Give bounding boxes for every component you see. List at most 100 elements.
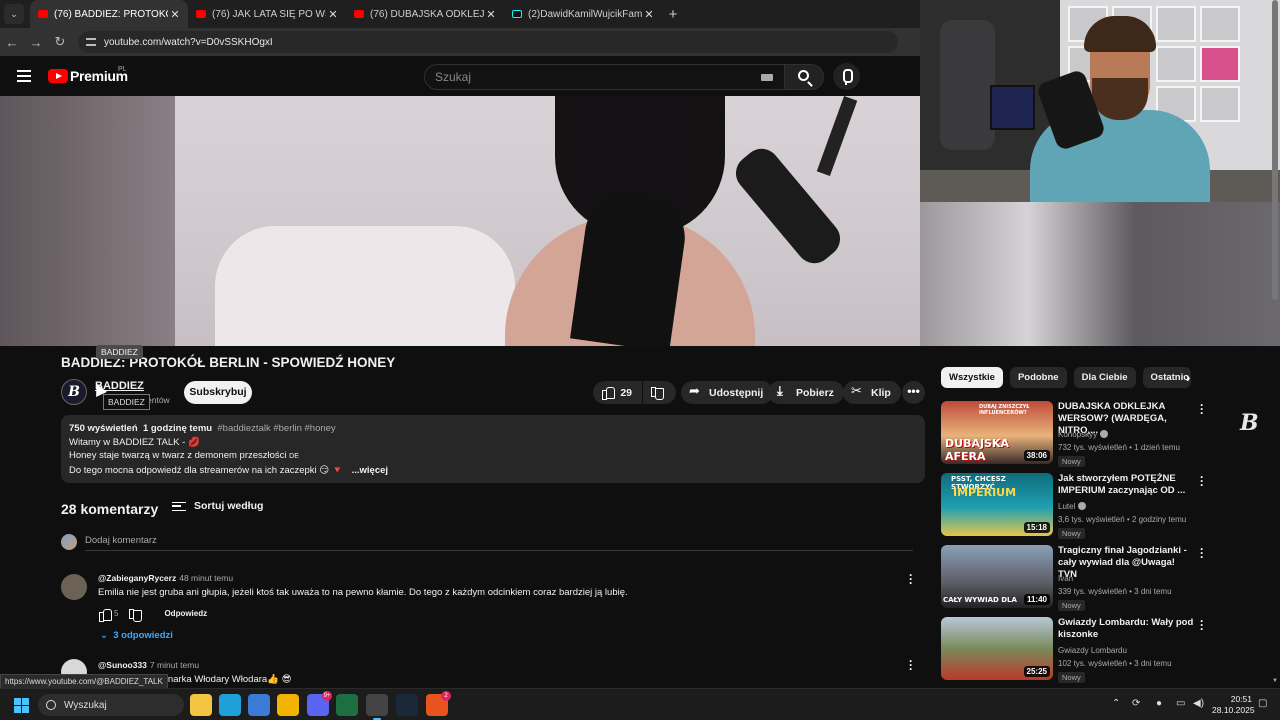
video-thumbnail[interactable]: 25:25 — [941, 617, 1053, 680]
chrome-icon[interactable] — [277, 694, 299, 716]
related-video[interactable]: CAŁY WYWIAD DLA 11:40 Tragiczny finał Ja… — [941, 543, 1211, 611]
channel-avatar[interactable]: B — [61, 379, 87, 405]
reply-button[interactable]: Odpowiedz — [164, 609, 207, 618]
sync-icon[interactable]: ⟳ — [1132, 698, 1140, 709]
chevron-right-icon[interactable]: › — [1186, 370, 1190, 385]
thumbs-up-icon — [601, 386, 616, 400]
close-tab-icon[interactable]: ✕ — [168, 8, 182, 21]
video-menu-icon[interactable]: · · · — [1200, 615, 1204, 635]
comment-dislike-icon[interactable] — [128, 608, 143, 622]
browser-tab[interactable]: (76) BADDIEZ: PROTOKÓŁ BERLI ✕ — [30, 0, 188, 28]
voice-search-icon[interactable] — [833, 63, 860, 90]
comment-author[interactable]: @Sunoo333 — [98, 660, 147, 670]
duration-badge: 25:25 — [1023, 666, 1050, 677]
menu-icon[interactable] — [17, 70, 31, 82]
volume-icon[interactable]: ◀) — [1193, 698, 1204, 709]
address-bar[interactable]: youtube.com/watch?v=D0vSSKHOgxI — [78, 31, 898, 53]
view-replies-button[interactable]: ⌄ 3 odpowiedzi — [100, 630, 173, 641]
comment-avatar[interactable] — [61, 574, 87, 600]
video-thumbnail[interactable]: DUBAJ ZNISZCZYŁ INFLUENCERÓW? DUBAJSKA A… — [941, 401, 1053, 464]
chip-for-you[interactable]: Dla Ciebie — [1073, 367, 1136, 388]
related-video-title[interactable]: Jak stworzyłem POTĘŻNE IMPERIUM zaczynaj… — [1058, 473, 1196, 497]
related-video-title[interactable]: Gwiazdy Lombardu: Wały pod kiszonke — [1058, 617, 1196, 641]
add-comment-input[interactable]: Dodaj komentarz — [85, 535, 157, 546]
forward-arrow-icon[interactable]: → — [24, 35, 48, 50]
related-channel[interactable]: Konopskyy — [1058, 430, 1109, 439]
related-video-title[interactable]: Tragiczny finał Jagodzianki - cały wywia… — [1058, 545, 1196, 581]
obs-icon[interactable] — [366, 694, 388, 720]
comment-like-count: 5 — [114, 608, 119, 618]
download-button[interactable]: Pobierz — [768, 381, 844, 404]
reload-icon[interactable]: ↻ — [48, 34, 72, 50]
description-box[interactable]: 750 wyświetleń 1 godzinę temu #baddiezta… — [61, 415, 925, 483]
clip-button[interactable]: Klip — [843, 381, 901, 404]
related-video[interactable]: 25:25 Gwiazdy Lombardu: Wały pod kiszonk… — [941, 615, 1211, 683]
comment-actions: 5 Odpowiedz — [98, 608, 207, 622]
comment-author[interactable]: @ZabieganyRycerz — [98, 573, 176, 583]
file-explorer-icon[interactable] — [190, 694, 212, 716]
edge-icon[interactable] — [219, 694, 241, 716]
channel-watermark[interactable]: B — [1240, 410, 1266, 436]
youtube-logo-icon[interactable] — [48, 69, 68, 83]
close-tab-icon[interactable]: ✕ — [484, 8, 498, 21]
video-menu-icon[interactable]: · · · — [1200, 471, 1204, 491]
scrollbar-track[interactable] — [1270, 346, 1280, 686]
close-tab-icon[interactable]: ✕ — [326, 8, 340, 21]
chip-related[interactable]: Podobne — [1009, 367, 1067, 388]
chip-recent[interactable]: Ostatnio — [1142, 367, 1191, 388]
steam-icon[interactable] — [396, 694, 418, 716]
browser-tab[interactable]: (76) JAK LATA SIĘ PO WSZECHŚ ✕ — [188, 0, 346, 28]
youtube-icon — [196, 10, 206, 18]
related-video[interactable]: DUBAJ ZNISZCZYŁ INFLUENCERÓW? DUBAJSKA A… — [941, 399, 1211, 467]
like-count: 29 — [620, 386, 632, 399]
site-settings-icon[interactable] — [86, 38, 96, 46]
tab-search-icon[interactable]: ⌄ — [4, 4, 24, 24]
brave-icon[interactable]: 2 — [426, 691, 451, 716]
discord-icon[interactable]: 9+ — [307, 691, 332, 716]
new-tab-button[interactable]: + — [662, 6, 684, 23]
related-channel[interactable]: Gwiazdy Lombardu — [1058, 646, 1127, 655]
back-arrow-icon[interactable]: ← — [0, 35, 24, 50]
more-actions-button[interactable]: ••• — [902, 381, 925, 404]
related-channel[interactable]: Ivan — [1058, 574, 1073, 583]
keyboard-icon[interactable] — [761, 74, 773, 81]
windows-start-icon[interactable] — [14, 698, 29, 713]
excel-icon[interactable] — [336, 694, 358, 716]
chip-all[interactable]: Wszystkie — [941, 367, 1003, 388]
video-frame[interactable] — [175, 96, 920, 346]
share-button[interactable]: Udostępnij — [681, 381, 774, 404]
browser-tab[interactable]: (2)DawidKamilWujcikFameMma ✕ — [504, 0, 662, 28]
sort-comments-button[interactable]: Sortuj według — [172, 500, 263, 512]
scroll-down-icon[interactable]: ▼ — [1270, 678, 1280, 686]
show-more-link[interactable]: ...więcej — [352, 465, 388, 476]
browser-tab[interactable]: (76) DUBAJSKA ODKLEJKA WER ✕ — [346, 0, 504, 28]
video-thumbnail[interactable]: PSST, CHCESZ STWORZYĆ IMPERIUM 15:18 — [941, 473, 1053, 536]
video-thumbnail[interactable]: CAŁY WYWIAD DLA 11:40 — [941, 545, 1053, 608]
close-tab-icon[interactable]: ✕ — [642, 8, 656, 21]
comment-age[interactable]: 7 minut temu — [150, 660, 199, 670]
taskbar-search[interactable]: Wyszukaj — [38, 694, 184, 716]
search-button[interactable] — [784, 64, 824, 90]
network-icon[interactable]: ▭ — [1176, 698, 1185, 709]
video-menu-icon[interactable]: · · · — [1200, 399, 1204, 419]
comment-like-icon[interactable] — [98, 608, 112, 622]
system-clock[interactable]: 20:51 28.10.2025 — [1212, 694, 1255, 716]
search-input[interactable]: Szukaj — [424, 64, 786, 90]
verified-icon — [1100, 430, 1109, 438]
comment-menu-icon[interactable]: · · · — [906, 655, 916, 675]
related-video[interactable]: PSST, CHCESZ STWORZYĆ IMPERIUM 15:18 Jak… — [941, 471, 1211, 539]
subscribe-button[interactable]: Subskrybuj — [184, 381, 252, 404]
notifications-icon[interactable]: ▢ — [1258, 698, 1267, 709]
related-channel[interactable]: Lutel — [1058, 502, 1087, 511]
microphone-icon[interactable]: ● — [1156, 698, 1162, 709]
hashtags[interactable]: #baddieztalk #berlin #honey — [217, 423, 335, 434]
comment-age[interactable]: 48 minut temu — [179, 573, 233, 583]
like-button[interactable]: 29 — [593, 381, 642, 404]
store-icon[interactable] — [248, 694, 270, 716]
dislike-button[interactable] — [643, 381, 676, 404]
page-scrollbar[interactable] — [1272, 0, 1278, 300]
comment-menu-icon[interactable]: · · · — [906, 569, 916, 589]
description-line: Honey staje twarzą w twarz z demonem prz… — [69, 450, 287, 461]
tray-overflow-icon[interactable]: ⌃ — [1112, 698, 1120, 709]
video-menu-icon[interactable]: · · · — [1200, 543, 1204, 563]
